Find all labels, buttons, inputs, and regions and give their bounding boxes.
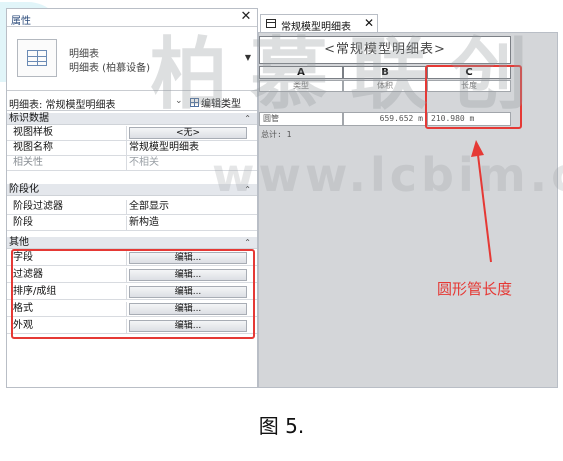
phase-filter-field[interactable]: 全部显示 [129,200,249,214]
close-icon[interactable]: ✕ [239,10,253,24]
schedule-tab-icon [266,19,276,28]
view-name-field[interactable]: 常规模型明细表 [129,141,249,155]
cell-type[interactable]: 圆管 [259,112,343,126]
collapse-icon[interactable]: ⌃ [244,237,251,249]
group-other[interactable]: 其他 ⌃ [7,237,257,249]
schedule-total: 总计: 1 [261,130,292,139]
collapse-icon[interactable]: ⌃ [244,184,251,196]
tab-schedule[interactable]: 常规模型明细表 ✕ [260,14,378,33]
prop-row-view-template: 视图样板 <无> [7,126,257,141]
group-identity-data[interactable]: 标识数据 ⌃ [7,113,257,125]
type-family: 明细表 [69,49,99,60]
edit-type-label: 编辑类型 [201,98,241,110]
cell-volume[interactable]: 659.652 m [343,112,427,126]
column-letter-a[interactable]: A [259,66,343,79]
column-header-volume[interactable]: 体积 [343,80,427,92]
properties-title: 属性 [11,16,31,27]
highlight-box-length-column [425,65,522,129]
instance-selector[interactable]: 明细表: 常规模型明细表 ⌄ 编辑类型 [7,93,257,111]
view-template-button[interactable]: <无> [129,127,247,139]
tab-label: 常规模型明细表 [281,22,351,33]
prop-name: 相关性 [13,156,127,170]
chevron-down-icon[interactable]: ⌄ [175,96,183,106]
schedule-title: <常规模型明细表> [259,36,511,64]
annotation-label: 圆形管长度 [437,280,513,298]
type-selector[interactable]: 明细表 明细表 (柏慕设备) ▼ [7,27,257,91]
group-label: 标识数据 [9,113,49,124]
prop-row-phase: 阶段 新构造 [7,216,257,231]
prop-row-dependency: 相关性 不相关 [7,156,257,171]
chevron-down-icon[interactable]: ▼ [245,53,251,62]
properties-title-bar: 属性 ✕ [7,9,257,27]
instance-label: 明细表: 常规模型明细表 [9,100,116,111]
column-letter-b[interactable]: B [343,66,427,79]
prop-name: 阶段过滤器 [13,200,127,214]
schedule-grid-icon [17,39,57,77]
prop-row-view-name: 视图名称 常规模型明细表 [7,141,257,156]
column-header-type[interactable]: 类型 [259,80,343,92]
group-label: 阶段化 [9,184,39,195]
prop-name: 阶段 [13,216,127,230]
type-name: 明细表 (柏慕设备) [69,63,150,74]
highlight-box-other [11,249,255,339]
figure-caption: 图 5. [258,414,305,438]
edit-type-button[interactable]: 编辑类型 [187,94,244,110]
schedule-view: <常规模型明细表> A B C 类型 体积 长度 圆管 659.652 m 21… [258,32,558,388]
prop-name: 视图样板 [13,126,127,140]
edit-type-icon [190,97,199,107]
prop-name: 视图名称 [13,141,127,155]
close-icon[interactable]: ✕ [364,16,374,30]
prop-row-phase-filter: 阶段过滤器 全部显示 [7,200,257,215]
group-phasing[interactable]: 阶段化 ⌃ [7,184,257,196]
phase-field[interactable]: 新构造 [129,216,249,230]
group-label: 其他 [9,237,29,248]
collapse-icon[interactable]: ⌃ [244,113,251,125]
properties-panel: 属性 ✕ 明细表 明细表 (柏慕设备) ▼ 明细表: 常规模型明细表 ⌄ 编辑类… [6,8,258,388]
dependency-value: 不相关 [129,157,159,168]
